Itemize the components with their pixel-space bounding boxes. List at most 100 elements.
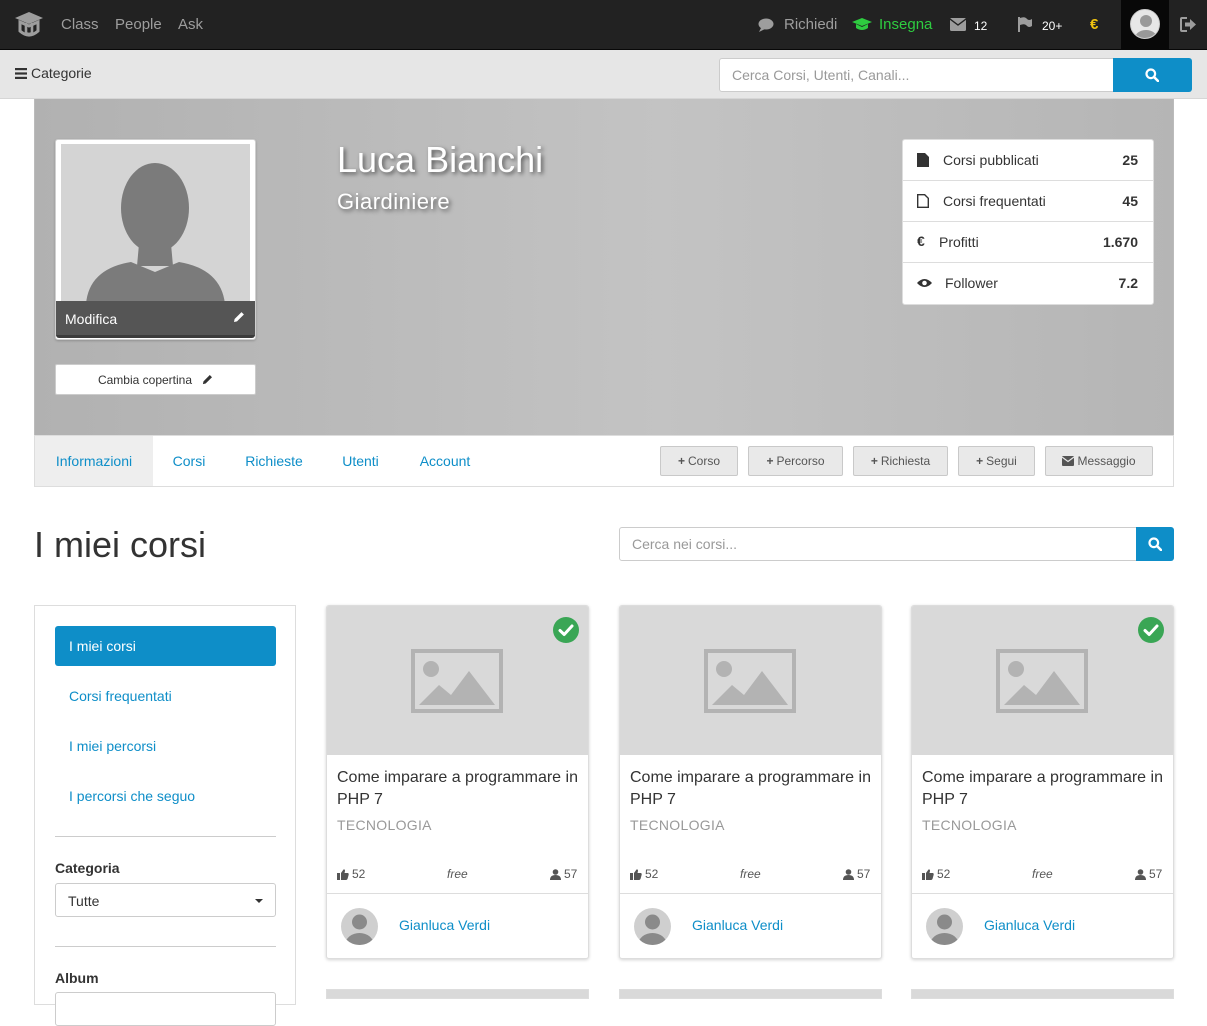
avatar[interactable] xyxy=(926,908,963,945)
category-filter-select[interactable]: Tutte xyxy=(55,883,276,917)
profile-job: Giardiniere xyxy=(337,189,451,214)
likes-value: 52 xyxy=(937,867,951,881)
nav-link-class[interactable]: Class xyxy=(61,16,99,33)
edit-photo-bar[interactable]: Modifica xyxy=(56,301,255,338)
profile-stats: Corsi pubblicati 25 Corsi frequentati 45… xyxy=(902,139,1154,305)
envelope-icon[interactable] xyxy=(950,18,966,31)
course-card[interactable]: Come imparare a programmare in PHP 7 TECN… xyxy=(619,605,882,959)
stat-value: 45 xyxy=(1122,193,1138,209)
stat-value: 1.670 xyxy=(1102,234,1138,250)
album-filter-select[interactable] xyxy=(55,992,276,1026)
author-link[interactable]: Gianluca Verdi xyxy=(692,917,783,933)
course-thumbnail[interactable] xyxy=(912,606,1173,755)
course-search-button[interactable] xyxy=(1136,527,1174,561)
students-value: 57 xyxy=(564,867,578,881)
user-menu[interactable] xyxy=(1121,0,1169,50)
check-circle-icon xyxy=(553,617,579,643)
course-thumbnail[interactable] xyxy=(327,606,588,755)
sidebar-item-i-miei-corsi[interactable]: I miei corsi xyxy=(55,626,276,666)
course-card[interactable] xyxy=(911,989,1174,999)
likes-value: 52 xyxy=(645,867,659,881)
course-title[interactable]: Come imparare a programmare in PHP 7 xyxy=(630,767,875,811)
tab-informazioni[interactable]: Informazioni xyxy=(35,436,153,486)
file-outline-icon xyxy=(917,194,929,208)
stat-corsi-frequentati: Corsi frequentati 45 xyxy=(903,181,1153,222)
categories-menu-button[interactable]: Categorie xyxy=(15,65,92,81)
author-link[interactable]: Gianluca Verdi xyxy=(984,917,1075,933)
thumbs-up-icon xyxy=(922,868,934,880)
page-title: I miei corsi xyxy=(34,524,207,565)
add-corso-button[interactable]: + Corso xyxy=(660,446,738,476)
richiedi-link[interactable]: Richiedi xyxy=(784,16,837,33)
secondary-bar: Categorie xyxy=(0,50,1207,99)
button-label: Percorso xyxy=(776,454,825,468)
image-placeholder-icon xyxy=(704,649,796,713)
course-card[interactable]: Come imparare a programmare in PHP 7 TECN… xyxy=(326,605,589,959)
plus-icon: + xyxy=(677,454,685,468)
search-icon xyxy=(1145,68,1159,82)
divider xyxy=(55,946,276,947)
course-category: TECNOLOGIA xyxy=(337,817,432,833)
likes-count: 52 xyxy=(337,867,365,881)
likes-value: 52 xyxy=(352,867,366,881)
course-category: TECNOLOGIA xyxy=(630,817,725,833)
avatar[interactable] xyxy=(634,908,671,945)
messaggio-button[interactable]: Messaggio xyxy=(1045,446,1153,476)
add-percorso-button[interactable]: + Percorso xyxy=(748,446,843,476)
messages-badge: 12 xyxy=(974,19,988,33)
global-search-button[interactable] xyxy=(1113,58,1192,92)
avatar[interactable] xyxy=(341,908,378,945)
nav-link-people[interactable]: People xyxy=(115,16,162,33)
notifications-badge: 20+ xyxy=(1042,19,1063,33)
course-title[interactable]: Come imparare a programmare in PHP 7 xyxy=(922,767,1167,811)
stat-label: Profitti xyxy=(939,234,979,250)
sign-out-icon[interactable] xyxy=(1180,17,1197,32)
euro-icon: € xyxy=(917,233,925,249)
sidebar-item-corsi-frequentati[interactable]: Corsi frequentati xyxy=(55,676,276,716)
change-cover-button[interactable]: Cambia copertina xyxy=(55,364,256,395)
author-link[interactable]: Gianluca Verdi xyxy=(399,917,490,933)
course-search-input[interactable] xyxy=(619,527,1137,561)
flag-icon[interactable] xyxy=(1017,17,1032,32)
edit-photo-label: Modifica xyxy=(65,311,118,327)
course-card[interactable] xyxy=(619,989,882,999)
course-category: TECNOLOGIA xyxy=(922,817,1017,833)
stat-value: 7.2 xyxy=(1118,275,1138,291)
students-count: 57 xyxy=(550,867,577,881)
profile-header: Modifica Cambia copertina Luca Bianchi G… xyxy=(34,99,1174,436)
tab-richieste[interactable]: Richieste xyxy=(225,436,323,486)
pencil-icon xyxy=(234,312,244,322)
likes-count: 52 xyxy=(630,867,658,881)
course-thumbnail[interactable] xyxy=(620,606,881,755)
button-label: Corso xyxy=(688,454,721,468)
courses-sidebar: I miei corsi Corsi frequentati I miei pe… xyxy=(34,605,296,1026)
comment-icon xyxy=(758,18,774,32)
segui-button[interactable]: + Segui xyxy=(958,446,1035,476)
tab-corsi[interactable]: Corsi xyxy=(153,436,225,486)
global-search-input[interactable] xyxy=(719,58,1114,92)
stat-corsi-pubblicati: Corsi pubblicati 25 xyxy=(903,140,1153,181)
course-card[interactable] xyxy=(326,989,589,999)
caret-down-icon xyxy=(255,899,263,903)
tab-account[interactable]: Account xyxy=(398,436,492,486)
course-card[interactable]: Come imparare a programmare in PHP 7 TECN… xyxy=(911,605,1174,959)
nav-link-ask[interactable]: Ask xyxy=(178,16,203,33)
category-filter-label: Categoria xyxy=(55,860,120,876)
sidebar-item-percorsi-che-seguo[interactable]: I percorsi che seguo xyxy=(55,776,276,816)
image-placeholder-icon xyxy=(411,649,503,713)
thumbs-up-icon xyxy=(630,868,642,880)
graduation-cap-logo-icon[interactable] xyxy=(13,9,45,41)
plus-icon: + xyxy=(870,454,878,468)
check-circle-icon xyxy=(1138,617,1164,643)
button-label: Segui xyxy=(986,454,1017,468)
profile-photo[interactable]: Modifica xyxy=(55,139,256,340)
sidebar-item-i-miei-percorsi[interactable]: I miei percorsi xyxy=(55,726,276,766)
course-title[interactable]: Come imparare a programmare in PHP 7 xyxy=(337,767,582,811)
students-value: 57 xyxy=(1149,867,1163,881)
euro-icon[interactable]: € xyxy=(1090,16,1098,33)
students-count: 57 xyxy=(843,867,870,881)
add-richiesta-button[interactable]: + Richiesta xyxy=(853,446,948,476)
tab-utenti[interactable]: Utenti xyxy=(323,436,398,486)
profile-tabs: Informazioni Corsi Richieste Utenti Acco… xyxy=(34,435,1174,487)
insegna-link[interactable]: Insegna xyxy=(879,16,932,33)
